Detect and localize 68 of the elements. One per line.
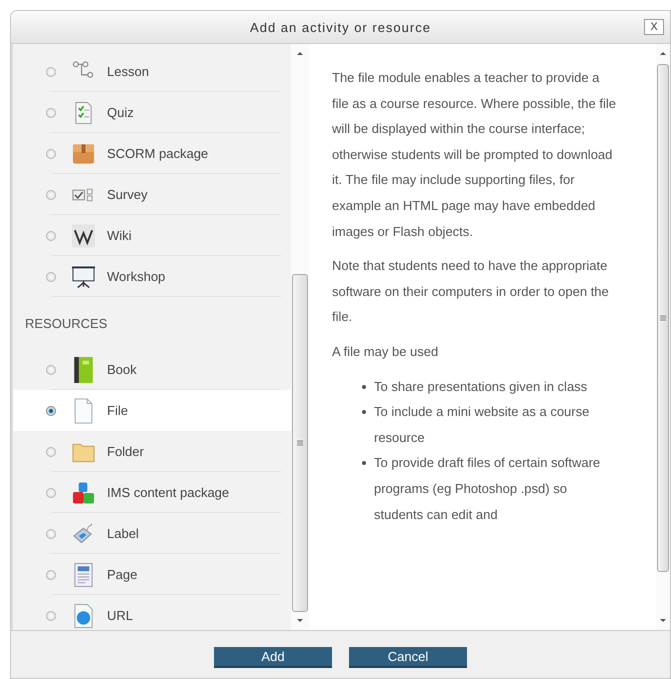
book-icon — [72, 356, 95, 382]
bullet-dot-icon — [362, 384, 366, 389]
description-paragraph: A file may be used — [332, 342, 440, 361]
module-option[interactable]: SCORM package — [13, 133, 291, 174]
module-option[interactable]: Label — [13, 513, 291, 554]
bullet-text: To provide draft files of certain software programs (eg Photoshop .psd) so students can edit and — [374, 454, 602, 524]
radio-button[interactable] — [46, 108, 56, 118]
grip-icon — [660, 315, 666, 321]
module-option[interactable]: Lesson — [13, 51, 291, 92]
description-paragraph: The file module enables a teacher to provide a file as a course resource. Where possible, the file will be displayed within the course interface; otherwise students will be prompted to download it. The file may include supporting files, for example an HTML page may have embedded images or Flash objects. — [332, 69, 616, 241]
module-label: File — [107, 403, 128, 418]
module-label: Quiz — [107, 105, 134, 120]
grip-icon — [297, 440, 303, 446]
module-option[interactable]: File — [13, 390, 291, 431]
module-option[interactable]: Survey — [13, 174, 291, 215]
window-title: Add an activity or resource — [250, 20, 431, 34]
document-page-icon — [72, 562, 95, 588]
section-heading: RESOURCES — [24, 314, 108, 332]
radio-button[interactable] — [46, 230, 56, 240]
module-option[interactable]: Workshop — [13, 256, 291, 297]
radio-button[interactable] — [46, 406, 56, 416]
module-label: IMS content package — [107, 485, 230, 500]
module-option[interactable]: Wiki — [13, 215, 291, 256]
radio-button[interactable] — [46, 364, 56, 374]
module-option[interactable]: Folder — [13, 431, 291, 472]
blocks-icon — [72, 480, 95, 506]
module-label: Page — [107, 567, 138, 582]
module-option[interactable]: Book — [13, 349, 291, 390]
radio-button[interactable] — [46, 272, 56, 282]
module-option[interactable]: Page — [13, 554, 291, 595]
radio-button[interactable] — [46, 528, 56, 538]
scroll-down-icon[interactable] — [660, 619, 666, 622]
radio-button[interactable] — [46, 190, 56, 200]
radio-button[interactable] — [46, 66, 56, 76]
module-label: Workshop — [107, 269, 166, 284]
radio-button[interactable] — [46, 446, 56, 456]
module-label: SCORM package — [107, 146, 208, 161]
bullet-dot-icon — [362, 461, 366, 466]
module-label: URL — [107, 608, 134, 623]
module-option[interactable]: Quiz — [13, 92, 291, 133]
module-label: Survey — [107, 187, 148, 202]
bullet-dot-icon — [362, 410, 366, 414]
scroll-up-icon[interactable] — [660, 52, 666, 55]
module-label: Book — [107, 362, 137, 377]
module-label: Label — [107, 526, 139, 541]
module-label: Lesson — [107, 64, 149, 79]
module-option[interactable]: IMS content package — [13, 472, 291, 513]
module-label: Wiki — [107, 228, 132, 243]
presentation-board-icon — [72, 264, 95, 290]
radio-button[interactable] — [46, 148, 56, 158]
close-button[interactable]: X — [644, 19, 664, 35]
scrollbar[interactable] — [291, 44, 309, 630]
radio-button[interactable] — [46, 610, 56, 620]
bullet-text: To share presentations given in class — [374, 378, 588, 396]
scroll-up-icon[interactable] — [297, 52, 303, 55]
scrollbar[interactable] — [656, 44, 670, 630]
w-letter-icon — [72, 222, 95, 248]
scrollbar-thumb[interactable] — [657, 64, 669, 572]
blank-file-icon — [72, 398, 95, 424]
bullet-text: To include a mini website as a course resource — [374, 403, 590, 447]
radio-button[interactable] — [46, 488, 56, 498]
scroll-down-icon[interactable] — [297, 619, 303, 622]
cancel-button[interactable]: Cancel — [349, 647, 467, 668]
scrollbar-thumb[interactable] — [292, 274, 308, 612]
radio-button[interactable] — [46, 570, 56, 580]
module-label: Folder — [107, 444, 144, 459]
description-paragraph: Note that students need to have the appropriate software on their computers in order to open the file. — [332, 257, 610, 326]
add-button[interactable]: Add — [214, 647, 332, 668]
